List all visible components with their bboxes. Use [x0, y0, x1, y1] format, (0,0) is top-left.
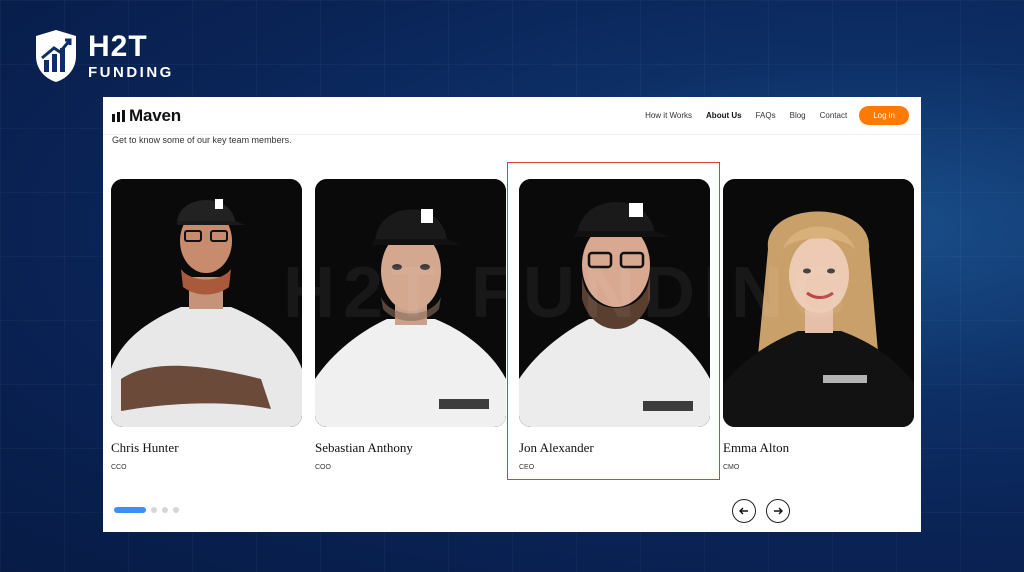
main-menu: How it Works About Us FAQs Blog Contact …: [645, 106, 909, 125]
highlight-box: [507, 162, 720, 480]
member-name: Emma Alton: [723, 440, 790, 455]
person-photo-icon: [111, 179, 302, 427]
member-name: Sebastian Anthony: [315, 440, 413, 455]
pagination-dot[interactable]: [162, 507, 168, 513]
login-button[interactable]: Log in: [859, 106, 909, 125]
team-intro-text: Get to know some of our key team members…: [112, 135, 292, 145]
pagination-dot[interactable]: [151, 507, 157, 513]
logo-text: Maven: [129, 105, 181, 125]
arrow-left-icon: [739, 507, 748, 515]
nav-about-us[interactable]: About Us: [706, 111, 742, 120]
nav-blog[interactable]: Blog: [790, 111, 806, 120]
shield-chart-icon: [36, 30, 76, 82]
brand-name: H2T: [88, 30, 148, 63]
maven-bars-icon: [112, 109, 125, 122]
nav-how-it-works[interactable]: How it Works: [645, 111, 692, 120]
person-photo-icon: [723, 179, 914, 427]
team-card[interactable]: Emma Alton CMO: [723, 179, 914, 471]
member-name: Chris Hunter: [111, 440, 179, 455]
team-card[interactable]: Sebastian Anthony COO: [315, 179, 506, 471]
person-photo-icon: [315, 179, 506, 427]
member-role: CMO: [723, 464, 740, 471]
member-role: CCO: [111, 464, 127, 471]
next-arrow-button[interactable]: [766, 499, 790, 523]
team-photo-chris: [111, 179, 302, 427]
nav-faqs[interactable]: FAQs: [756, 111, 776, 120]
carousel-arrows: [732, 499, 790, 523]
pagination-dot[interactable]: [114, 507, 146, 513]
website-frame: Maven How it Works About Us FAQs Blog Co…: [103, 97, 921, 532]
team-photo-sebastian: [315, 179, 506, 427]
team-card[interactable]: Chris Hunter CCO: [111, 179, 302, 471]
brand-subtitle: FUNDING: [88, 64, 174, 81]
pagination-dot[interactable]: [173, 507, 179, 513]
member-role: COO: [315, 464, 331, 471]
arrow-right-icon: [774, 507, 783, 515]
carousel-pagination: [114, 507, 179, 513]
nav-contact[interactable]: Contact: [820, 111, 848, 120]
top-nav: Maven How it Works About Us FAQs Blog Co…: [103, 97, 921, 135]
h2t-brand-logo: H2T FUNDING: [32, 28, 174, 84]
prev-arrow-button[interactable]: [732, 499, 756, 523]
maven-logo[interactable]: Maven: [112, 106, 181, 126]
team-photo-emma: [723, 179, 914, 427]
